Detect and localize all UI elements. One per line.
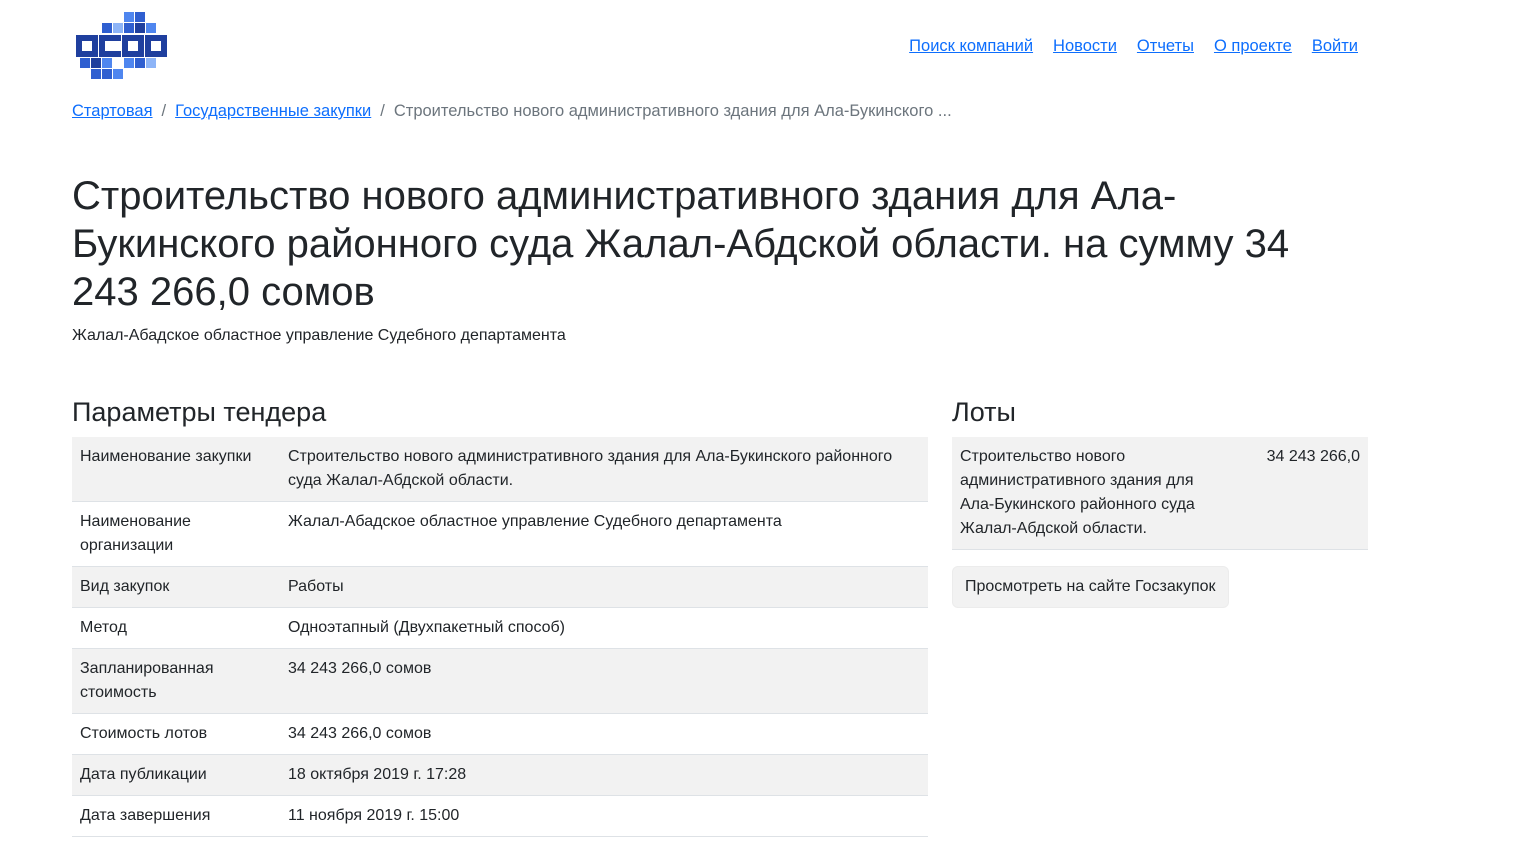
table-row: Метод Одноэтапный (Двухпакетный способ) bbox=[72, 607, 928, 649]
breadcrumb-section-link[interactable]: Государственные закупки bbox=[175, 102, 371, 121]
lot-name: Строительство нового административного з… bbox=[952, 437, 1232, 550]
table-row: Наименование закупки Строительство новог… bbox=[72, 437, 928, 502]
lot-amount: 34 243 266,0 bbox=[1232, 437, 1368, 550]
param-value: Строительство нового административного з… bbox=[280, 437, 928, 502]
param-key: Наименование организации bbox=[72, 501, 280, 567]
param-key: Наименование закупки bbox=[72, 437, 280, 502]
nav-link-login[interactable]: Войти bbox=[1312, 37, 1358, 56]
param-value: 34 243 266,0 сомов bbox=[280, 713, 928, 755]
param-key: Дата завершения bbox=[72, 795, 280, 837]
nav-link-about[interactable]: О проекте bbox=[1214, 37, 1292, 56]
param-key: Метод bbox=[72, 607, 280, 649]
nav-link-news[interactable]: Новости bbox=[1053, 37, 1117, 56]
param-value: 11 ноября 2019 г. 15:00 bbox=[280, 795, 928, 837]
param-value: 18 октября 2019 г. 17:28 bbox=[280, 754, 928, 796]
param-key: Дата публикации bbox=[72, 754, 280, 796]
param-key: Стоимость лотов bbox=[72, 713, 280, 755]
table-row: Вид закупок Работы bbox=[72, 566, 928, 608]
tender-parameters-table: Наименование закупки Строительство новог… bbox=[72, 437, 928, 837]
param-key: Запланированная стоимость bbox=[72, 648, 280, 714]
tender-parameters-heading: Параметры тендера bbox=[72, 397, 327, 427]
lots-heading: Лоты bbox=[952, 397, 1016, 427]
table-row: Дата завершения 11 ноября 2019 г. 15:00 bbox=[72, 795, 928, 837]
lots-table: Строительство нового административного з… bbox=[952, 437, 1368, 550]
breadcrumb-current: Строительство нового административного з… bbox=[393, 102, 952, 120]
osoo-logo[interactable] bbox=[76, 12, 168, 80]
breadcrumb-separator: / bbox=[380, 102, 385, 120]
organization-subtitle: Жалал-Абадское областное управление Суде… bbox=[72, 327, 566, 344]
nav-link-reports[interactable]: Отчеты bbox=[1137, 37, 1194, 56]
table-row: Строительство нового административного з… bbox=[952, 437, 1368, 550]
top-navigation: Поиск компаний Новости Отчеты О проекте … bbox=[909, 37, 1358, 56]
tender-parameters-section: Параметры тендера Наименование закупки С… bbox=[72, 396, 928, 837]
nav-link-company-search[interactable]: Поиск компаний bbox=[909, 37, 1033, 56]
param-key: Вид закупок bbox=[72, 566, 280, 608]
table-row: Дата публикации 18 октября 2019 г. 17:28 bbox=[72, 754, 928, 796]
breadcrumb-separator: / bbox=[161, 102, 167, 120]
breadcrumb-home-link[interactable]: Стартовая bbox=[72, 102, 153, 121]
view-on-procurement-site-button[interactable]: Просмотреть на сайте Госзакупок bbox=[952, 566, 1229, 608]
breadcrumb: Стартовая / Государственные закупки / Ст… bbox=[72, 102, 952, 121]
table-row: Стоимость лотов 34 243 266,0 сомов bbox=[72, 713, 928, 755]
param-value: 34 243 266,0 сомов bbox=[280, 648, 928, 714]
param-value: Жалал-Абадское областное управление Суде… bbox=[280, 501, 928, 567]
param-value: Одноэтапный (Двухпакетный способ) bbox=[280, 607, 928, 649]
site-header: Поиск компаний Новости Отчеты О проекте … bbox=[72, 0, 1368, 90]
param-value: Работы bbox=[280, 566, 928, 608]
page-title: Строительство нового административного з… bbox=[72, 174, 1290, 314]
table-row: Наименование организации Жалал-Абадское … bbox=[72, 501, 928, 567]
lots-section: Лоты Строительство нового административн… bbox=[952, 396, 1368, 608]
table-row: Запланированная стоимость 34 243 266,0 с… bbox=[72, 648, 928, 714]
